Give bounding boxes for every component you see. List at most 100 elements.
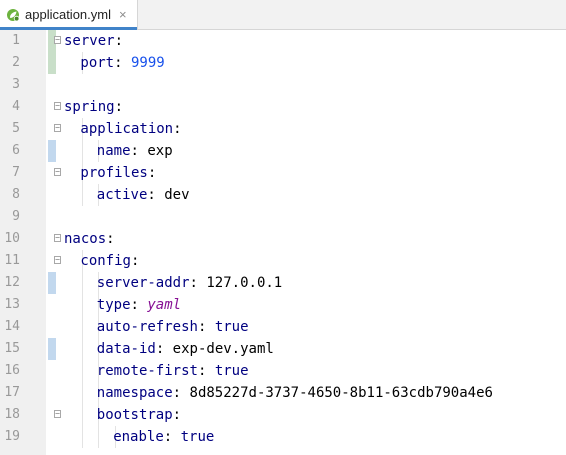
fold-toggle-icon[interactable]: −	[54, 168, 61, 176]
yaml-separator: :	[130, 143, 148, 159]
code-line[interactable]: 5 − application:	[0, 118, 566, 140]
line-number: 9	[12, 209, 20, 224]
line-number: 15	[4, 341, 20, 356]
line-number: 11	[4, 253, 20, 268]
modified-line-marker[interactable]	[48, 272, 56, 294]
code-text: type: yaml	[97, 294, 181, 316]
line-number: 3	[12, 77, 20, 92]
code-text: name: exp	[97, 140, 173, 162]
yaml-separator: :	[173, 121, 182, 137]
line-number: 14	[4, 319, 20, 334]
fold-toggle-icon[interactable]: −	[54, 36, 61, 44]
yaml-key: remote-first	[96, 363, 198, 379]
yaml-key: nacos	[64, 231, 107, 247]
line-number: 5	[12, 121, 20, 136]
line-number: 10	[4, 231, 20, 246]
code-line[interactable]: 18 − bootstrap:	[0, 404, 566, 426]
code-line[interactable]: 7 − profiles:	[0, 162, 566, 184]
code-line[interactable]: 15 data-id: exp-dev.yaml	[0, 338, 566, 360]
yaml-key: application	[80, 121, 174, 137]
yaml-key: spring	[64, 99, 115, 115]
yaml-separator: :	[163, 429, 181, 445]
yaml-value: true	[214, 319, 249, 335]
line-number: 16	[4, 363, 20, 378]
indent-guide	[82, 294, 83, 316]
yaml-value: true	[214, 363, 249, 379]
yaml-value: exp-dev.yaml	[172, 341, 274, 357]
yaml-key: server	[64, 33, 115, 49]
modified-line-marker[interactable]	[48, 140, 56, 162]
yaml-separator: :	[106, 231, 115, 247]
yaml-key: server-addr	[96, 275, 190, 291]
indent-guide	[82, 404, 83, 426]
code-line[interactable]: 12 server-addr: 127.0.0.1	[0, 272, 566, 294]
added-line-marker[interactable]	[48, 52, 56, 74]
close-tab-icon[interactable]: ×	[119, 7, 127, 22]
code-line[interactable]: 9	[0, 206, 566, 228]
yaml-separator: :	[189, 275, 207, 291]
fold-toggle-icon[interactable]: −	[54, 102, 61, 110]
fold-toggle-icon[interactable]: −	[54, 234, 61, 242]
yaml-key: active	[96, 187, 148, 203]
code-line[interactable]: 2 port: 9999	[0, 52, 566, 74]
line-number: 1	[12, 33, 20, 48]
yaml-value: 9999	[130, 55, 165, 71]
yaml-value: 8d85227d-3737-4650-8b11-63cdb790a4e6	[189, 385, 493, 401]
code-line[interactable]: 17 namespace: 8d85227d-3737-4650-8b11-63c…	[0, 382, 566, 404]
line-number: 19	[4, 429, 20, 444]
code-line[interactable]: 10 − nacos:	[0, 228, 566, 250]
line-number: 8	[12, 187, 20, 202]
yaml-key: port	[80, 55, 115, 71]
code-line[interactable]: 8 active: dev	[0, 184, 566, 206]
code-text: enable: true	[113, 426, 214, 448]
indent-guide	[82, 338, 83, 360]
line-number: 17	[4, 385, 20, 400]
yaml-value: dev	[164, 187, 190, 203]
code-text: bootstrap:	[97, 404, 181, 426]
line-number: 6	[12, 143, 20, 158]
yaml-separator: :	[172, 385, 190, 401]
yaml-separator: :	[114, 33, 124, 49]
fold-toggle-icon[interactable]: −	[54, 410, 61, 418]
code-line[interactable]: 13 type: yaml	[0, 294, 566, 316]
line-number: 12	[4, 275, 20, 290]
indent-guide	[98, 426, 100, 448]
code-text: port: 9999	[80, 52, 164, 74]
code-text: spring:	[64, 96, 123, 118]
code-line[interactable]: 19 enable: true	[0, 426, 566, 448]
yaml-key: config	[80, 253, 131, 269]
tab-application-yml[interactable]: application.yml ×	[0, 0, 138, 30]
modified-line-marker[interactable]	[48, 338, 56, 360]
code-text: config:	[80, 250, 139, 272]
yaml-separator: :	[172, 407, 182, 423]
code-text: auto-refresh: true	[97, 316, 249, 338]
indent-guide	[82, 382, 83, 404]
code-line[interactable]: 4 − spring:	[0, 96, 566, 118]
code-line[interactable]: 6 name: exp	[0, 140, 566, 162]
indent-guide	[82, 316, 83, 338]
yaml-separator: :	[147, 187, 165, 203]
code-line[interactable]: 11 − config:	[0, 250, 566, 272]
indent-guide	[82, 184, 83, 206]
yaml-key: auto-refresh	[96, 319, 198, 335]
fold-toggle-icon[interactable]: −	[54, 256, 61, 264]
yaml-key: namespace	[96, 385, 173, 401]
yaml-key: enable	[113, 429, 164, 445]
yaml-key: name	[96, 143, 131, 159]
code-line[interactable]: 16 remote-first: true	[0, 360, 566, 382]
code-line[interactable]: 3	[0, 74, 566, 96]
code-line[interactable]: 14 auto-refresh: true	[0, 316, 566, 338]
yaml-value: 127.0.0.1	[206, 275, 283, 291]
yaml-separator: :	[197, 319, 215, 335]
indent-guide	[82, 272, 83, 294]
yaml-separator: :	[197, 363, 215, 379]
yaml-value: exp	[147, 143, 173, 159]
yaml-key: bootstrap	[96, 407, 173, 423]
code-line[interactable]: 1 − server:	[0, 30, 566, 52]
fold-toggle-icon[interactable]: −	[54, 124, 61, 132]
spring-leaf-icon	[7, 8, 20, 21]
yaml-key: profiles	[80, 165, 148, 181]
indent-guide	[82, 426, 83, 448]
editor-tab-bar: application.yml ×	[0, 0, 566, 30]
line-number: 13	[4, 297, 20, 312]
